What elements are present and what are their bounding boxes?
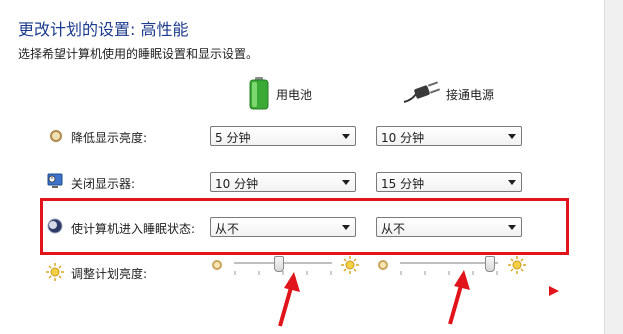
sun-icon xyxy=(46,263,64,281)
monitor-off-plugged-select[interactable]: 15 分钟 xyxy=(376,172,522,192)
monitor-off-icon xyxy=(46,172,63,188)
brightness-label: 调整计划亮度: xyxy=(71,267,148,281)
chevron-down-icon xyxy=(508,180,516,185)
battery-column-label: 用电池 xyxy=(276,88,313,102)
dim-brightness-battery-select[interactable]: 5 分钟 xyxy=(210,126,356,146)
dim-brightness-plugged-select[interactable]: 10 分钟 xyxy=(376,126,522,146)
battery-icon xyxy=(248,76,270,113)
chevron-down-icon xyxy=(342,180,350,185)
chevron-down-icon xyxy=(508,134,516,139)
battery-column-header: 用电池 xyxy=(248,76,312,113)
window-edge xyxy=(604,0,623,334)
expand-arrow-icon[interactable] xyxy=(549,286,559,296)
dim-brightness-icon xyxy=(48,128,64,144)
bright-sun-icon xyxy=(508,256,526,274)
slider-track xyxy=(400,262,498,265)
page-title: 更改计划的设置: 高性能 xyxy=(18,20,189,39)
chevron-down-icon xyxy=(508,225,516,230)
dim-sun-icon xyxy=(378,260,388,270)
plugged-slider-thumb[interactable] xyxy=(485,256,496,272)
annotation-arrow-left xyxy=(278,272,300,327)
sleep-battery-select[interactable]: 从不 xyxy=(210,217,356,237)
chevron-down-icon xyxy=(342,225,350,230)
monitor-off-label: 关闭显示器: xyxy=(71,177,136,191)
chevron-down-icon xyxy=(342,134,350,139)
dim-brightness-label: 降低显示亮度: xyxy=(71,131,148,145)
page-description: 选择希望计算机使用的睡眠设置和显示设置。 xyxy=(18,47,259,61)
bright-sun-icon xyxy=(341,256,359,274)
plugged-column-header: 接通电源 xyxy=(402,80,494,109)
dim-sun-icon xyxy=(212,260,222,270)
sleep-icon xyxy=(47,218,63,234)
monitor-off-battery-select[interactable]: 10 分钟 xyxy=(210,172,356,192)
sleep-plugged-select[interactable]: 从不 xyxy=(376,217,522,237)
annotation-arrow-right xyxy=(448,270,470,325)
power-plug-icon xyxy=(402,80,441,109)
plugged-column-label: 接通电源 xyxy=(446,88,495,102)
sleep-label: 使计算机进入睡眠状态: xyxy=(71,222,196,236)
